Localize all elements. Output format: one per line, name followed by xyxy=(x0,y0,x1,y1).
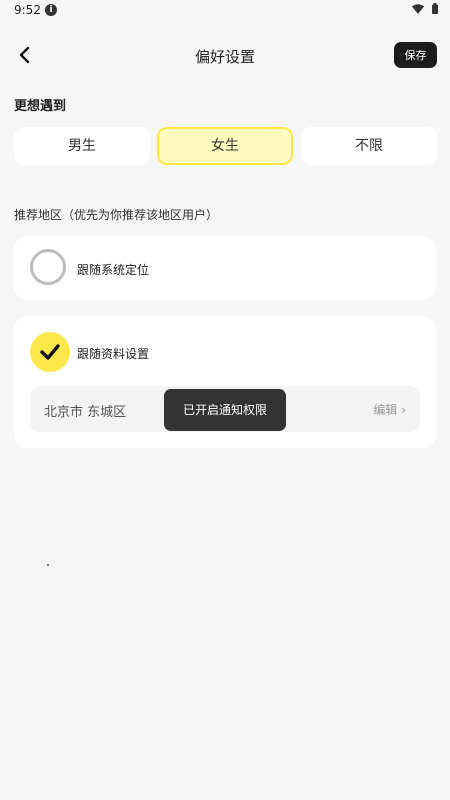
wifi-icon xyxy=(412,4,424,14)
preference-settings-screen: 9:52 i 偏好设置 保存 更想遇到 男生 女生 不限 推荐地区（优先为你推荐… xyxy=(0,0,450,800)
edit-location-link[interactable]: 编辑 › xyxy=(373,401,406,418)
page-title: 偏好设置 xyxy=(194,48,255,66)
gender-option-female[interactable]: 女生 xyxy=(157,127,293,165)
system-location-card[interactable]: 跟随系统定位 xyxy=(14,236,436,300)
gender-option-any[interactable]: 不限 xyxy=(301,127,437,165)
battery-icon xyxy=(432,3,438,14)
header: 偏好设置 保存 xyxy=(0,34,450,78)
info-icon: i xyxy=(45,4,57,16)
location-value: 北京市 东城区 xyxy=(44,405,127,420)
meet-section-label: 更想遇到 xyxy=(14,99,67,114)
status-time: 9:52 xyxy=(14,3,41,17)
gender-options: 男生 女生 不限 xyxy=(14,127,437,165)
system-location-label: 跟随系统定位 xyxy=(77,263,150,277)
system-location-radio[interactable] xyxy=(30,249,66,285)
profile-location-radio[interactable] xyxy=(30,332,70,372)
save-button[interactable]: 保存 xyxy=(394,42,437,68)
checkmark-icon xyxy=(40,344,60,360)
gender-option-male[interactable]: 男生 xyxy=(14,127,150,165)
stray-dot xyxy=(47,564,49,566)
status-bar: 9:52 i xyxy=(0,0,450,22)
toast-notification: 已开启通知权限 xyxy=(164,389,286,431)
profile-location-label: 跟随资料设置 xyxy=(77,347,150,361)
region-section-label: 推荐地区（优先为你推荐该地区用户） xyxy=(14,208,219,222)
